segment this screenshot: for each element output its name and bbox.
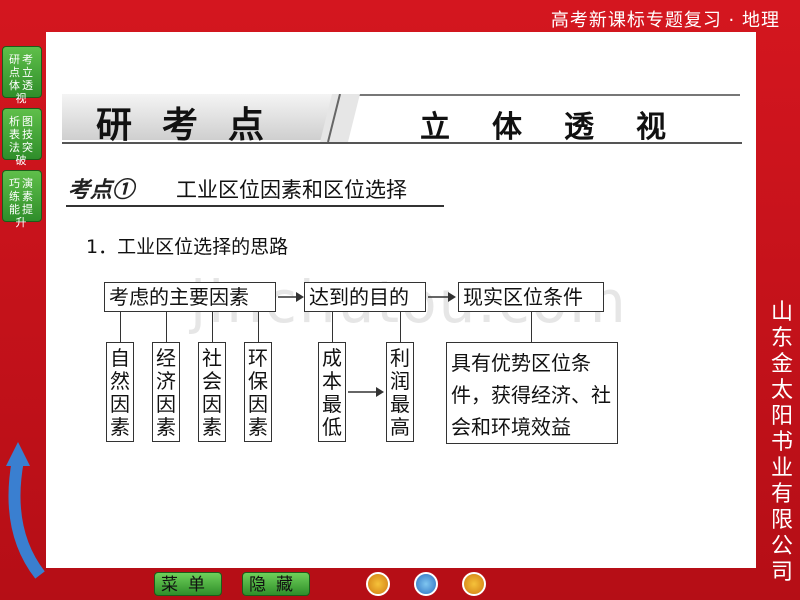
banner-underline — [62, 142, 742, 144]
connector-line — [531, 312, 532, 342]
connector-line — [120, 312, 121, 342]
hide-button[interactable]: 隐藏 — [242, 572, 310, 596]
node-goal: 达到的目的 — [304, 282, 426, 312]
home-icon[interactable] — [414, 572, 438, 596]
connector-line — [212, 312, 213, 342]
arrow-right-icon — [278, 292, 304, 302]
back-nav-icon[interactable] — [366, 572, 390, 596]
arrow-right-icon — [428, 292, 456, 302]
nav-button-chart-analysis[interactable]: 析图表技法突破 — [2, 108, 42, 167]
nav-button-study-points[interactable]: 研考点立体透视 — [2, 46, 42, 105]
arrow-right-icon — [348, 387, 384, 397]
publisher-vertical-text: 山东金太阳书业有限公司 — [770, 300, 793, 585]
banner-top-line — [340, 94, 740, 96]
nav-button-label: 研考点立体透视 — [9, 53, 35, 105]
connector-line — [332, 312, 333, 342]
node-natural-factors: 自然因素 — [106, 342, 134, 442]
topic-badge: 考点① — [68, 177, 135, 203]
topic-underline — [66, 205, 444, 207]
node-high-profit: 利润最高 — [386, 342, 414, 442]
connector-line — [258, 312, 259, 342]
node-social-factors: 社会因素 — [198, 342, 226, 442]
node-economic-factors: 经济因素 — [152, 342, 180, 442]
nav-button-label: 析图表技法突破 — [9, 115, 35, 167]
menu-button[interactable]: 菜单 — [154, 572, 222, 596]
banner-left-title: 研考点 — [96, 104, 295, 146]
nav-button-label: 巧演练素能提升 — [9, 177, 35, 229]
decorative-arrow-icon — [6, 442, 45, 579]
banner-right-title: 立体透视 — [420, 110, 708, 145]
forward-nav-icon[interactable] — [462, 572, 486, 596]
topic-title: 工业区位因素和区位选择 — [176, 178, 407, 202]
connector-line — [400, 312, 401, 342]
subheading: 1．工业区位选择的思路 — [86, 236, 289, 258]
node-environment-factors: 环保因素 — [244, 342, 272, 442]
nav-button-practice[interactable]: 巧演练素能提升 — [2, 170, 42, 229]
connector-line — [166, 312, 167, 342]
node-conditions: 现实区位条件 — [458, 282, 604, 312]
banner-slant — [320, 94, 360, 143]
node-main-factors: 考虑的主要因素 — [104, 282, 276, 312]
node-advantage: 具有优势区位条件，获得经济、社会和环境效益 — [446, 342, 618, 444]
node-low-cost: 成本最低 — [318, 342, 346, 442]
course-title: 高考新课标专题复习 · 地理 — [550, 10, 780, 31]
